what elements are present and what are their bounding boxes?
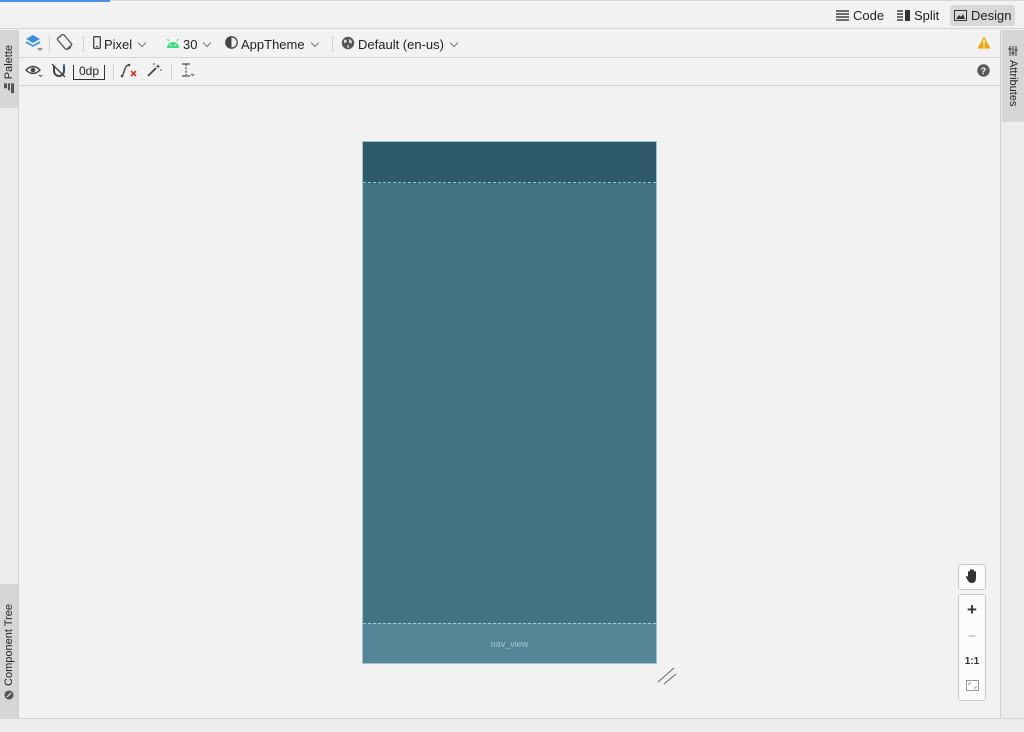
constraint-toolbar: 0dp ?	[19, 58, 1000, 86]
clear-constraints-button[interactable]	[120, 62, 138, 82]
bottom-status-strip	[0, 718, 1024, 732]
theme-icon	[225, 36, 238, 52]
zoom-to-fit-button[interactable]	[959, 673, 985, 699]
image-icon	[954, 10, 967, 21]
chevron-down-icon	[203, 38, 212, 47]
zoom-in-button[interactable]: +	[959, 597, 985, 623]
device-label: Pixel	[104, 36, 133, 52]
attributes-icon	[1007, 45, 1019, 56]
attributes-tab[interactable]: Attributes	[1002, 30, 1024, 122]
code-mode-button[interactable]: Code	[832, 5, 888, 26]
locale-label: Default (en-us)	[358, 36, 444, 52]
guidelines-icon	[180, 63, 196, 81]
clear-constraints-icon	[120, 63, 138, 81]
phone-icon	[93, 36, 101, 52]
right-tool-window-strip: Attributes	[1000, 30, 1024, 720]
view-options-button[interactable]	[25, 62, 43, 82]
svg-text:?: ?	[981, 66, 987, 76]
zoom-actual-size-button[interactable]: 1:1	[959, 648, 985, 674]
locale-dropdown[interactable]: Default (en-us)	[341, 34, 461, 54]
magnet-off-icon	[51, 63, 67, 81]
component-tree-tab[interactable]: Component Tree	[0, 584, 18, 719]
default-margin-dropdown[interactable]: 0dp	[73, 61, 106, 83]
rotate-icon	[56, 33, 73, 54]
component-tree-tab-label: Component Tree	[3, 603, 15, 686]
nav-view[interactable]: nav_view	[363, 623, 656, 663]
zoom-controls: + − 1:1	[958, 594, 986, 701]
design-mode-button[interactable]: Design	[950, 5, 1016, 26]
top-divider	[110, 0, 1024, 1]
view-mode-bar: Code Split Design	[0, 2, 1024, 29]
app-bar-layout[interactable]	[363, 142, 656, 183]
toolbar-separator	[332, 36, 333, 52]
margin-value: 0dp	[73, 64, 106, 80]
design-toolbar: Pixel 30 AppTheme Default (en-us)	[19, 30, 1000, 58]
android-icon	[166, 37, 180, 52]
palette-icon	[3, 83, 15, 94]
toolbar-separator	[49, 36, 50, 52]
chevron-down-icon	[449, 38, 459, 47]
warnings-button[interactable]	[977, 34, 991, 54]
code-mode-label: Code	[853, 8, 885, 23]
orientation-button[interactable]	[56, 33, 73, 54]
theme-label: AppTheme	[241, 36, 305, 52]
toolbar-separator	[83, 36, 84, 52]
palette-tab-label: Palette	[3, 44, 15, 80]
split-icon	[897, 10, 910, 21]
guidelines-dropdown[interactable]	[180, 62, 196, 82]
theme-dropdown[interactable]: AppTheme	[225, 34, 322, 54]
main-content-area[interactable]	[363, 183, 656, 623]
eye-icon	[25, 64, 43, 81]
zoom-out-button[interactable]: −	[959, 623, 985, 649]
magic-wand-icon	[146, 63, 162, 81]
split-mode-label: Split	[914, 8, 940, 23]
device-dropdown[interactable]: Pixel	[93, 34, 149, 54]
toolbar-separator	[171, 64, 172, 80]
palette-tab[interactable]: Palette	[0, 30, 18, 108]
component-tree-icon	[3, 689, 15, 699]
attributes-tab-label: Attributes	[1007, 59, 1019, 107]
chevron-down-icon	[137, 38, 147, 47]
api-level-label: 30	[183, 36, 198, 52]
design-mode-label: Design	[971, 8, 1012, 23]
chevron-down-icon	[310, 38, 319, 47]
warning-icon	[977, 36, 991, 52]
layers-icon	[25, 34, 43, 54]
code-icon	[836, 10, 849, 21]
design-surface-button[interactable]	[25, 34, 43, 54]
toolbar-separator	[113, 64, 114, 80]
left-tool-window-strip: Palette Component Tree	[0, 30, 19, 720]
split-mode-button[interactable]: Split	[893, 5, 943, 26]
fit-screen-icon	[965, 679, 979, 694]
help-button[interactable]: ?	[977, 62, 990, 82]
autoconnect-toggle[interactable]	[51, 62, 67, 82]
device-preview[interactable]: nav_view	[362, 141, 657, 664]
pan-button[interactable]	[958, 564, 986, 590]
api-level-dropdown[interactable]: 30	[166, 34, 214, 54]
hand-icon	[965, 568, 979, 587]
nav-view-label: nav_view	[490, 638, 529, 649]
help-icon: ?	[977, 64, 990, 80]
globe-icon	[341, 36, 355, 53]
resize-handle[interactable]	[656, 666, 678, 689]
infer-constraints-button[interactable]	[146, 62, 162, 82]
